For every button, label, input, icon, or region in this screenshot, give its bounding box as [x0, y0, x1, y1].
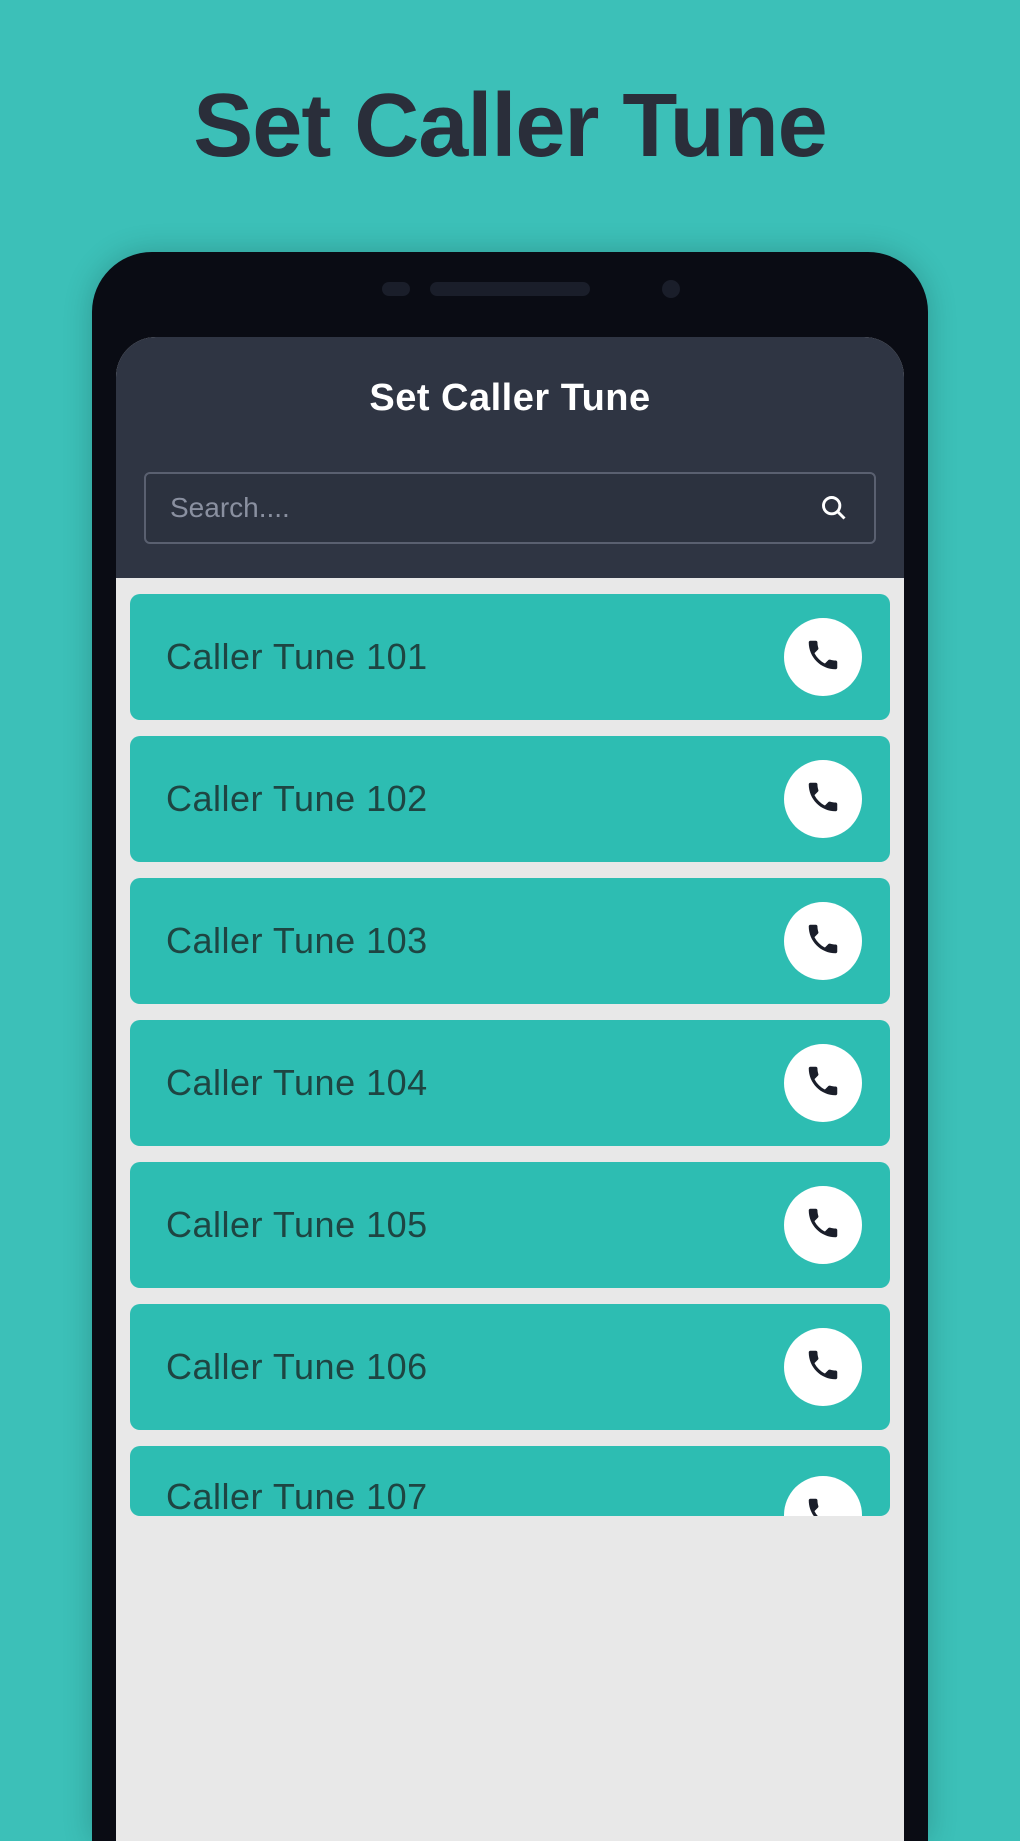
phone-button[interactable]	[784, 1476, 862, 1516]
phone-button[interactable]	[784, 1044, 862, 1122]
list-item[interactable]: Caller Tune 101	[130, 594, 890, 720]
phone-button[interactable]	[784, 760, 862, 838]
item-label: Caller Tune 103	[166, 920, 428, 962]
app-title: Set Caller Tune	[144, 377, 876, 420]
phone-button[interactable]	[784, 902, 862, 980]
list-item[interactable]: Caller Tune 104	[130, 1020, 890, 1146]
phone-icon	[804, 920, 842, 963]
tune-list: Caller Tune 101 Caller Tune 102 Caller T…	[116, 578, 904, 1532]
phone-icon	[804, 778, 842, 821]
item-label: Caller Tune 101	[166, 636, 428, 678]
list-item[interactable]: Caller Tune 106	[130, 1304, 890, 1430]
list-item[interactable]: Caller Tune 105	[130, 1162, 890, 1288]
phone-button[interactable]	[784, 1328, 862, 1406]
item-label: Caller Tune 104	[166, 1062, 428, 1104]
phone-button[interactable]	[784, 1186, 862, 1264]
phone-icon	[804, 1494, 842, 1517]
list-item[interactable]: Caller Tune 102	[130, 736, 890, 862]
phone-icon	[804, 1062, 842, 1105]
phone-icon	[804, 636, 842, 679]
phone-camera	[662, 280, 680, 298]
header-section: Set Caller Tune	[116, 337, 904, 578]
list-item[interactable]: Caller Tune 103	[130, 878, 890, 1004]
phone-icon	[804, 1346, 842, 1389]
app-screen: Set Caller Tune Caller Tune 101 Caller T…	[116, 337, 904, 1841]
search-input[interactable]	[170, 492, 818, 524]
phone-frame: Set Caller Tune Caller Tune 101 Caller T…	[92, 252, 928, 1841]
item-label: Caller Tune 105	[166, 1204, 428, 1246]
item-label: Caller Tune 106	[166, 1346, 428, 1388]
search-bar[interactable]	[144, 472, 876, 544]
phone-icon	[804, 1204, 842, 1247]
list-item[interactable]: Caller Tune 107	[130, 1446, 890, 1516]
item-label: Caller Tune 102	[166, 778, 428, 820]
page-title: Set Caller Tune	[0, 0, 1020, 178]
item-label: Caller Tune 107	[166, 1476, 428, 1516]
search-icon[interactable]	[818, 492, 850, 524]
phone-button[interactable]	[784, 618, 862, 696]
phone-sensor	[382, 282, 410, 296]
phone-speaker	[430, 282, 590, 296]
